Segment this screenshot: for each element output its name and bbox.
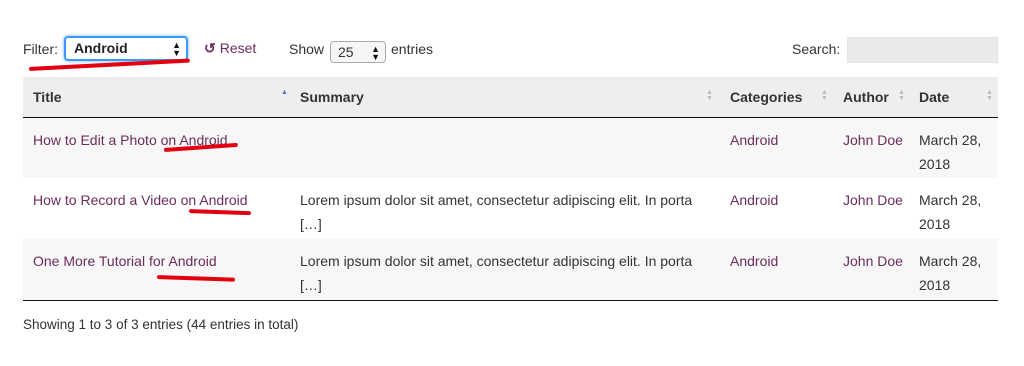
table-row: How to Record a Video on Android Lorem i… [23,178,998,239]
column-title-label: Title [33,88,62,105]
reset-icon: ↺ [204,40,216,56]
column-header-title[interactable]: Title ▲ [23,77,290,118]
column-categories-label: Categories [730,88,803,105]
sort-ascending-icon: ▲ [281,89,288,96]
post-date: March 28, 2018 [919,192,982,232]
column-header-categories[interactable]: Categories ▲ ▼ [720,77,833,118]
post-summary [290,117,720,178]
category-link[interactable]: Android [730,253,778,269]
show-label: Show [289,41,325,57]
table-info: Showing 1 to 3 of 3 entries (44 entries … [23,317,299,332]
sort-icon: ▲ ▼ [706,89,713,102]
search-label: Search: [792,41,841,57]
reset-label: Reset [219,40,257,56]
column-header-author[interactable]: Author ▲ ▼ [833,77,909,118]
author-link[interactable]: John Doe [843,132,903,148]
filter-select[interactable]: Android ▲ ▼ [64,36,188,61]
post-date: March 28, 2018 [919,131,982,172]
posts-table: Title ▲ Summary ▲ ▼ Categories ▲ ▼ Author … [23,77,998,301]
author-link[interactable]: John Doe [843,253,903,269]
post-title-link[interactable]: One More Tutorial for Android [33,253,217,269]
post-title-link[interactable]: How to Record a Video on Android [33,192,248,208]
entries-length-value: 25 [338,44,354,60]
column-summary-label: Summary [300,88,364,105]
table-row: One More Tutorial for Android Lorem ipsu… [23,239,998,301]
filter-select-value: Android [74,40,128,56]
filter-label: Filter: [23,41,58,57]
column-header-date[interactable]: Date ▲ ▼ [909,77,998,118]
select-arrows-icon: ▲ ▼ [371,44,380,62]
category-link[interactable]: Android [730,132,778,148]
sort-icon: ▲ ▼ [898,89,905,102]
post-summary: Lorem ipsum dolor sit amet, consectetur … [290,239,720,301]
sort-icon: ▲ ▼ [986,89,993,102]
table-controls: Filter: Android ▲ ▼ ↺ Reset Show 25 ▲ ▼ ent… [0,0,1024,76]
post-summary: Lorem ipsum dolor sit amet, consectetur … [300,192,693,232]
column-date-label: Date [919,88,950,105]
author-link[interactable]: John Doe [843,192,903,208]
search-input[interactable] [847,37,998,63]
reset-button[interactable]: ↺ Reset [204,40,256,57]
entries-length-select[interactable]: 25 ▲ ▼ [330,41,386,63]
column-author-label: Author [843,88,889,105]
table-header-row: Title ▲ Summary ▲ ▼ Categories ▲ ▼ Author … [23,77,998,118]
post-date: March 28, 2018 [909,239,998,301]
select-arrows-icon: ▲ ▼ [172,40,181,58]
category-link[interactable]: Android [730,192,778,208]
column-header-summary[interactable]: Summary ▲ ▼ [290,77,720,118]
sort-icon: ▲ ▼ [821,89,828,102]
entries-label: entries [391,41,434,57]
